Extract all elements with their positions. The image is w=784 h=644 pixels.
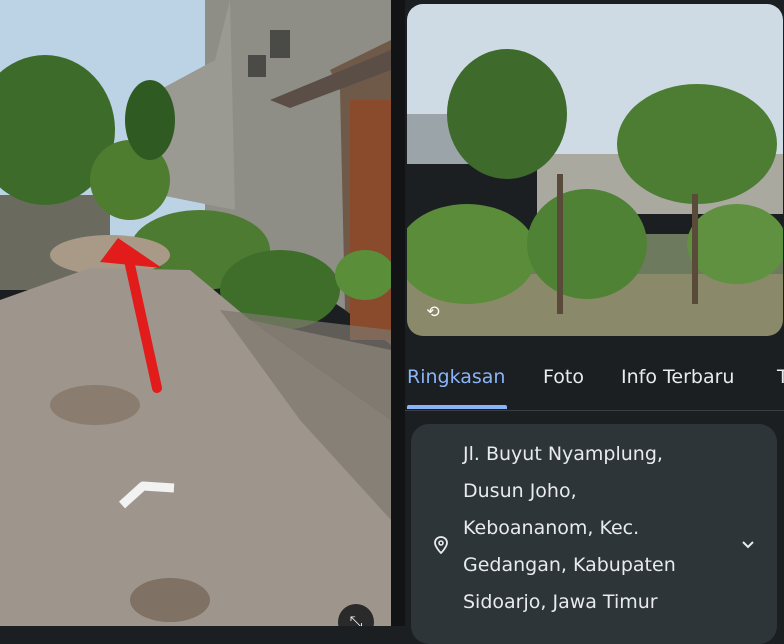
address-card[interactable]: Jl. Buyut Nyamplung, Dusun Joho, Keboana… <box>411 424 777 644</box>
address-line: Sidoarjo, Jawa Timur <box>463 591 658 613</box>
place-details-panel: ⟲ Ringkasan Foto Info Terbaru T Jl. Buyu… <box>405 0 784 644</box>
tab-info-terbaru[interactable]: Info Terbaru <box>621 366 734 388</box>
place-tabs: Ringkasan Foto Info Terbaru T <box>405 352 784 411</box>
street-view-panel[interactable]: ⤡ <box>0 0 391 626</box>
address-line: Jl. Buyut Nyamplung, <box>463 443 663 465</box>
place-photo[interactable]: ⟲ <box>407 4 783 336</box>
address-text: Jl. Buyut Nyamplung, Dusun Joho, Keboana… <box>463 436 723 621</box>
chevron-down-icon[interactable] <box>739 536 757 554</box>
active-tab-indicator <box>407 405 507 409</box>
tab-truncated[interactable]: T <box>777 366 784 388</box>
location-pin-icon <box>434 536 448 554</box>
address-line: Keboananom, Kec. <box>463 517 640 539</box>
tab-foto[interactable]: Foto <box>543 366 584 388</box>
address-line: Gedangan, Kabupaten <box>463 554 676 576</box>
tab-ringkasan[interactable]: Ringkasan <box>407 366 505 388</box>
street-view-image[interactable] <box>0 0 391 626</box>
address-line: Dusun Joho, <box>463 480 577 502</box>
street-view-rotate-icon[interactable]: ⟲ <box>421 300 445 324</box>
